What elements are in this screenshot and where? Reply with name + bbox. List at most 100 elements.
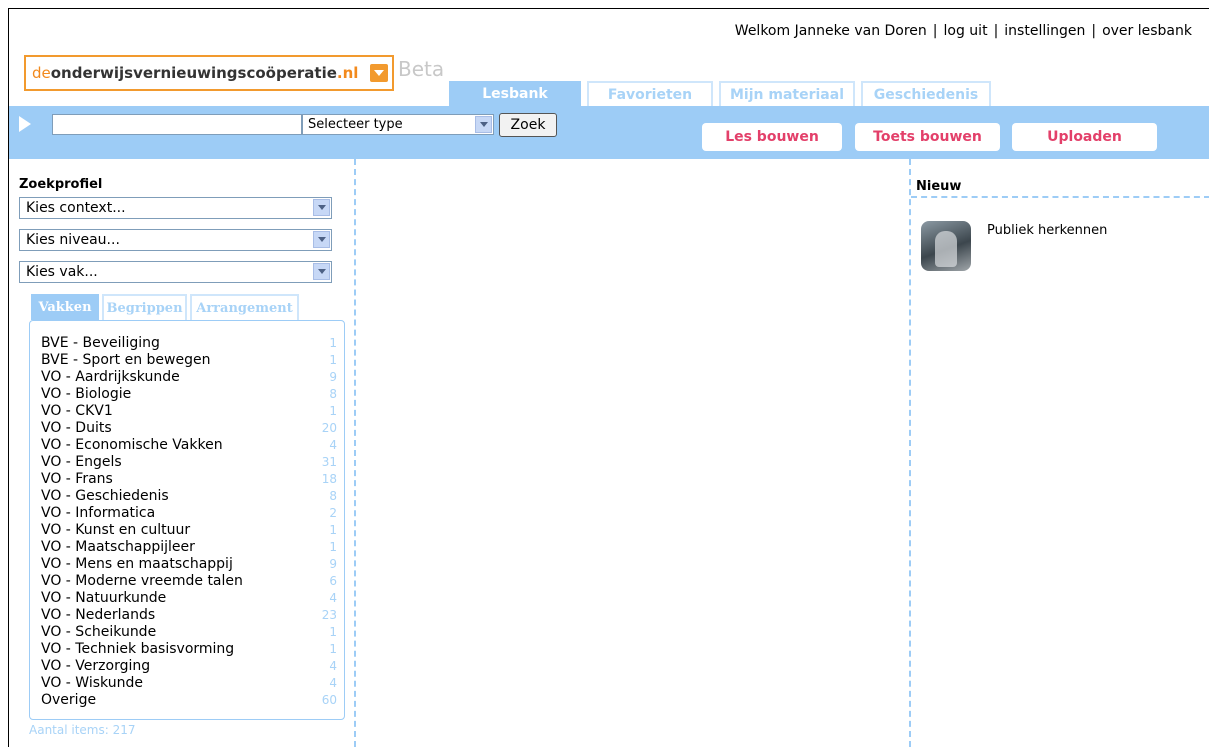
list-item[interactable]: VO - Verzorging 4 [41, 658, 337, 675]
subject-name: VO - Mens en maatschappij [41, 556, 233, 572]
list-item[interactable]: VO - Techniek basisvorming 1 [41, 641, 337, 658]
level-select-label: Kies niveau... [26, 232, 120, 248]
list-item[interactable]: VO - Wiskunde 4 [41, 675, 337, 692]
new-item-title[interactable]: Publiek herkennen [987, 223, 1107, 238]
list-item[interactable]: VO - Mens en maatschappij 9 [41, 556, 337, 573]
subject-name: VO - Aardrijkskunde [41, 369, 180, 385]
context-select-label: Kies context... [26, 200, 126, 216]
subject-name: VO - Natuurkunde [41, 590, 167, 606]
logo-text: deonderwijsvernieuwingscoöperatie.nl [32, 64, 359, 82]
subject-count: 1 [329, 625, 337, 639]
new-item-thumbnail[interactable] [921, 221, 971, 271]
search-toolbar: Selecteer type Zoek Les bouwen Toets bou… [9, 106, 1209, 159]
about-link[interactable]: over lesbank [1096, 23, 1198, 39]
toets-bouwen-button[interactable]: Toets bouwen [855, 123, 1000, 151]
logout-link[interactable]: log uit [938, 23, 994, 39]
main-tabs: Lesbank Favorieten Mijn materiaal Geschi… [449, 81, 991, 107]
subject-select[interactable]: Kies vak... [19, 261, 332, 283]
subject-name: VO - Wiskunde [41, 675, 143, 691]
list-item[interactable]: BVE - Sport en bewegen 1 [41, 352, 337, 369]
list-item[interactable]: VO - Duits 20 [41, 420, 337, 437]
subtab-begrippen[interactable]: Begrippen [102, 294, 187, 320]
subtab-vakken[interactable]: Vakken [31, 294, 99, 320]
list-item[interactable]: Overige 60 [41, 692, 337, 709]
new-panel-title: Nieuw [916, 179, 962, 194]
subject-count: 1 [329, 523, 337, 537]
subject-name: VO - Biologie [41, 386, 132, 402]
search-input[interactable] [52, 114, 302, 135]
list-item[interactable]: VO - Aardrijkskunde 9 [41, 369, 337, 386]
subject-count: 4 [329, 438, 337, 452]
subject-count: 60 [321, 693, 337, 707]
list-item[interactable]: VO - Nederlands 23 [41, 607, 337, 624]
list-item[interactable]: VO - Scheikunde 1 [41, 624, 337, 641]
subject-count: 9 [329, 370, 337, 384]
subject-name: VO - Informatica [41, 505, 156, 521]
subject-count: 1 [329, 404, 337, 418]
subject-name: BVE - Beveiliging [41, 335, 160, 351]
profile-subtabs: Vakken Begrippen Arrangement [31, 294, 299, 320]
subject-name: VO - Moderne vreemde talen [41, 573, 243, 589]
subtab-arrangement[interactable]: Arrangement [190, 294, 299, 320]
list-item[interactable]: VO - Natuurkunde 4 [41, 590, 337, 607]
tab-mijn-materiaal[interactable]: Mijn materiaal [719, 81, 855, 107]
subject-count: 6 [329, 574, 337, 588]
level-select[interactable]: Kies niveau... [19, 229, 332, 251]
list-item[interactable]: VO - Geschiedenis 8 [41, 488, 337, 505]
subject-count: 1 [329, 642, 337, 656]
subject-count: 4 [329, 676, 337, 690]
list-item[interactable]: VO - Frans 18 [41, 471, 337, 488]
zoek-button[interactable]: Zoek [499, 113, 557, 137]
list-item[interactable]: VO - Biologie 8 [41, 386, 337, 403]
subject-name: VO - Maatschappijleer [41, 539, 195, 555]
tab-lesbank[interactable]: Lesbank [449, 81, 581, 107]
list-item[interactable]: VO - Moderne vreemde talen 6 [41, 573, 337, 590]
list-item[interactable]: VO - Kunst en cultuur 1 [41, 522, 337, 539]
subject-name: VO - Duits [41, 420, 112, 436]
panel-title: Zoekprofiel [19, 177, 103, 192]
divider [911, 196, 1209, 198]
type-select[interactable]: Selecteer type [302, 114, 494, 135]
subject-count: 1 [329, 540, 337, 554]
subject-name: VO - Kunst en cultuur [41, 522, 191, 538]
list-item[interactable]: BVE - Beveiliging 1 [41, 335, 337, 352]
subject-name: VO - Scheikunde [41, 624, 157, 640]
play-icon[interactable] [19, 116, 31, 132]
list-item[interactable]: VO - Engels 31 [41, 454, 337, 471]
subject-count: 20 [321, 421, 337, 435]
type-select-label: Selecteer type [308, 117, 403, 132]
list-item[interactable]: VO - Economische Vakken 4 [41, 437, 337, 454]
subject-count: 2 [329, 506, 337, 520]
subject-name: VO - Frans [41, 471, 113, 487]
context-select[interactable]: Kies context... [19, 197, 332, 219]
subject-count: 4 [329, 659, 337, 673]
list-item[interactable]: VO - CKV1 1 [41, 403, 337, 420]
subject-count: 8 [329, 489, 337, 503]
tab-favorieten[interactable]: Favorieten [587, 81, 713, 107]
tab-geschiedenis[interactable]: Geschiedenis [861, 81, 991, 107]
subject-count: 18 [321, 472, 337, 486]
chevron-down-icon[interactable] [313, 199, 330, 216]
item-count: Aantal items: 217 [29, 723, 136, 737]
subject-name: VO - CKV1 [41, 403, 113, 419]
chevron-down-icon[interactable] [313, 263, 330, 280]
chevron-down-icon[interactable] [313, 231, 330, 248]
page-frame: Welkom Janneke van Doren | log uit | instell… [8, 8, 1209, 747]
subject-list: BVE - Beveiliging 1 BVE - Sport en bewegen… [41, 335, 337, 709]
logo-dropdown-icon[interactable] [370, 64, 388, 82]
list-item[interactable]: VO - Informatica 2 [41, 505, 337, 522]
chevron-down-icon[interactable] [475, 116, 492, 133]
settings-link[interactable]: instellingen [998, 23, 1091, 39]
subject-name: VO - Nederlands [41, 607, 156, 623]
uploaden-button[interactable]: Uploaden [1012, 123, 1157, 151]
subject-select-label: Kies vak... [26, 264, 98, 280]
les-bouwen-button[interactable]: Les bouwen [702, 123, 842, 151]
site-logo[interactable]: deonderwijsvernieuwingscoöperatie.nl [24, 55, 394, 91]
subject-name: VO - Techniek basisvorming [41, 641, 235, 657]
subject-count: 9 [329, 557, 337, 571]
list-item[interactable]: VO - Maatschappijleer 1 [41, 539, 337, 556]
beta-label: Beta [398, 57, 445, 81]
subject-name: VO - Engels [41, 454, 122, 470]
subject-list-box: BVE - Beveiliging 1 BVE - Sport en bewegen… [29, 320, 345, 720]
welcome-text: Welkom Janneke van Doren [734, 23, 927, 39]
